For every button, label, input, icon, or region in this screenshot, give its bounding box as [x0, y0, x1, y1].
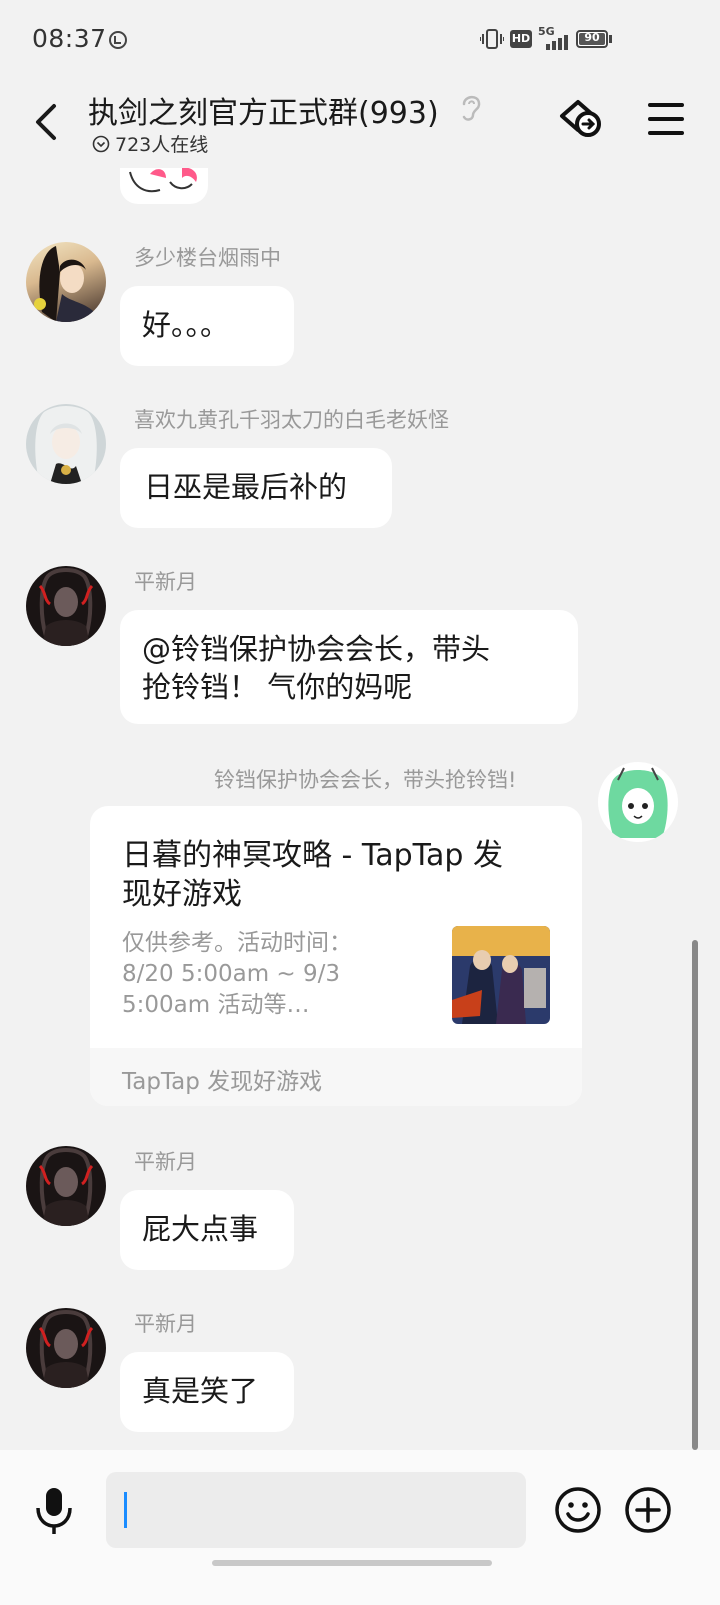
- plus-icon[interactable]: [624, 1486, 672, 1534]
- link-card-thumbnail: [452, 926, 550, 1024]
- link-card-description: 仅供参考。活动时间： 8/20 5:00am ~ 9/3 5:00am 活动等…: [122, 928, 382, 1021]
- avatar-self[interactable]: [598, 762, 678, 842]
- online-status[interactable]: 723人在线: [92, 130, 208, 157]
- data-saver-icon: [109, 31, 127, 49]
- home-indicator[interactable]: [212, 1560, 492, 1566]
- link-card[interactable]: 日暮的神冥攻略 - TapTap 发 现好游戏 仅供参考。活动时间： 8/20 …: [90, 806, 582, 1106]
- chat-header: 执剑之刻官方正式群(993) 723人在线: [0, 80, 720, 168]
- avatar-image: [38, 568, 94, 646]
- avatar[interactable]: [26, 1308, 106, 1388]
- link-card-desc-line: 5:00am 活动等…: [122, 992, 310, 1018]
- message-text: 好。。。: [142, 308, 230, 342]
- back-arrow-icon[interactable]: [26, 100, 66, 144]
- text-cursor: [124, 1492, 127, 1528]
- message-text-line: @铃铛保护协会会长，带头: [142, 632, 491, 666]
- sender-name: 喜欢九黄孔千羽太刀的白毛老妖怪: [134, 408, 449, 432]
- hd-badge: HD: [510, 30, 532, 48]
- message-bubble[interactable]: 真是笑了: [120, 1352, 294, 1432]
- battery-icon: 90: [576, 30, 608, 48]
- message-text: 真是笑了: [142, 1374, 259, 1408]
- sender-name: 多少楼台烟雨中: [134, 246, 281, 270]
- group-exit-icon[interactable]: [558, 98, 608, 142]
- sender-name: 平新月: [134, 1150, 197, 1174]
- status-bar: 08:37 HD 5G 90: [0, 0, 720, 80]
- sticker-image: [129, 168, 197, 193]
- message-bubble[interactable]: @铃铛保护协会会长，带头 抢铃铛！ 气你的妈呢: [120, 610, 578, 724]
- input-bar: [0, 1450, 720, 1605]
- sender-name: 铃铛保护协会会长，带头抢铃铛!: [214, 768, 517, 792]
- game-thumbnail-image: [452, 926, 550, 1024]
- status-time: 08:37: [32, 24, 107, 53]
- link-card-title-line: 日暮的神冥攻略 - TapTap 发: [122, 838, 504, 873]
- battery-level: 90: [584, 31, 600, 44]
- message-bubble[interactable]: 日巫是最后补的: [120, 448, 392, 528]
- message-input[interactable]: [106, 1472, 526, 1548]
- link-card-title-line: 现好游戏: [122, 877, 242, 912]
- chevron-down-circle-icon: [92, 135, 110, 152]
- group-title[interactable]: 执剑之刻官方正式群(993): [88, 88, 439, 132]
- avatar[interactable]: [26, 404, 106, 484]
- sticker-message[interactable]: [120, 168, 208, 204]
- scrollbar[interactable]: [692, 940, 698, 1450]
- menu-icon[interactable]: [648, 102, 684, 136]
- message-text-line: 抢铃铛！ 气你的妈呢: [142, 670, 413, 704]
- message-text: 屁大点事: [142, 1212, 259, 1246]
- message-bubble[interactable]: 屁大点事: [120, 1190, 294, 1270]
- link-card-desc-line: 仅供参考。活动时间：: [122, 930, 352, 956]
- avatar-image: [38, 1148, 94, 1226]
- ear-icon[interactable]: [458, 92, 484, 122]
- signal-icon: [546, 35, 568, 50]
- link-card-footer: TapTap 发现好游戏: [90, 1048, 582, 1106]
- link-card-source: TapTap 发现好游戏: [122, 1069, 323, 1095]
- sender-name: 平新月: [134, 1312, 197, 1336]
- message-text: 日巫是最后补的: [144, 470, 348, 504]
- link-card-title: 日暮的神冥攻略 - TapTap 发 现好游戏: [122, 836, 562, 914]
- message-bubble[interactable]: 好。。。: [120, 286, 294, 366]
- sender-name: 平新月: [134, 570, 197, 594]
- message-list[interactable]: 多少楼台烟雨中 好。。。 喜欢九黄孔千羽太刀的白毛老妖怪 日巫是最后补的 平新月…: [0, 168, 720, 1450]
- avatar[interactable]: [26, 242, 106, 322]
- link-card-desc-line: 8/20 5:00am ~ 9/3: [122, 961, 341, 987]
- avatar-image: [34, 246, 96, 322]
- avatar[interactable]: [26, 1146, 106, 1226]
- avatar-image: [38, 1310, 94, 1388]
- online-count: 723人在线: [115, 134, 209, 156]
- emoji-icon[interactable]: [554, 1486, 602, 1534]
- vibrate-icon: [480, 29, 504, 49]
- microphone-icon[interactable]: [34, 1486, 74, 1536]
- avatar-image: [608, 767, 668, 838]
- avatar[interactable]: [26, 566, 106, 646]
- battery-tip: [609, 35, 612, 43]
- avatar-image: [35, 406, 97, 484]
